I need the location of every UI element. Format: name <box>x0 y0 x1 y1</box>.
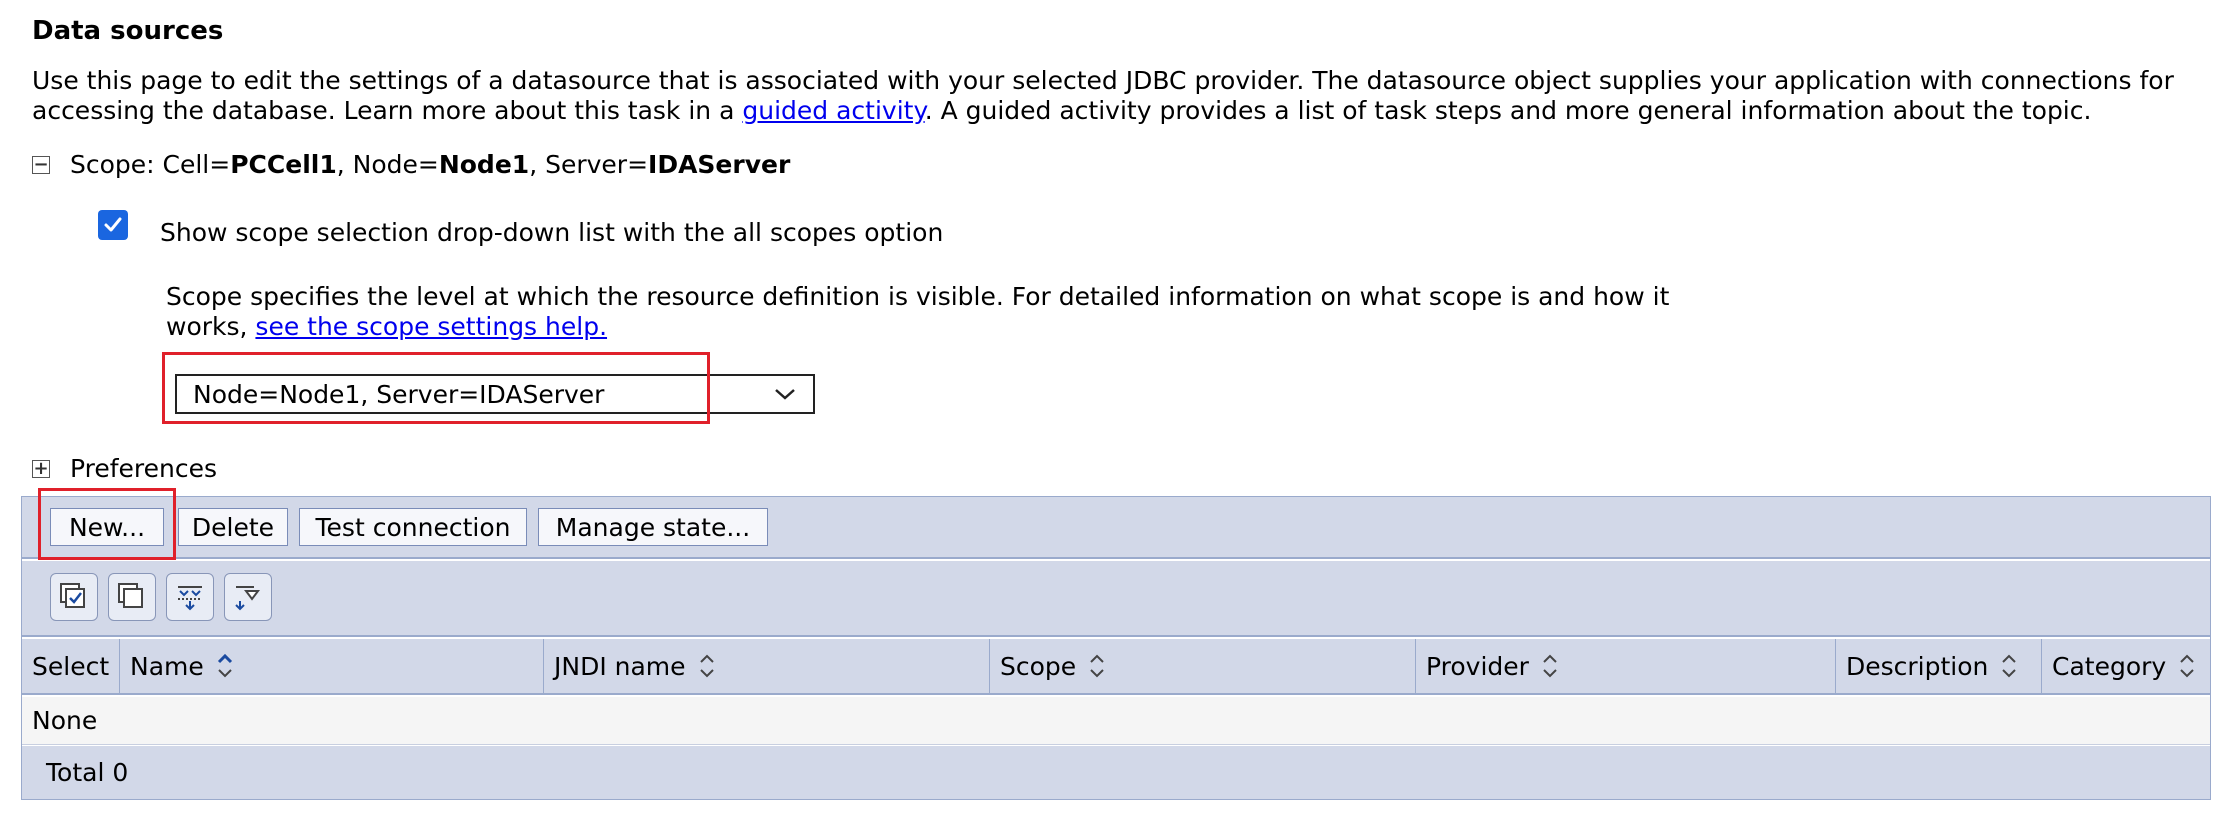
scope-node-label: , Node= <box>336 150 439 179</box>
column-provider[interactable]: Provider <box>1416 639 1836 693</box>
scope-help-text: Scope specifies the level at which the r… <box>166 282 1686 342</box>
column-scope[interactable]: Scope <box>990 639 1416 693</box>
page-description: Use this page to edit the settings of a … <box>32 66 2182 126</box>
sort-icon <box>698 652 716 680</box>
column-scope-label: Scope <box>1000 651 1077 681</box>
table-empty-row: None <box>22 697 2210 745</box>
chevron-down-icon <box>775 389 795 400</box>
column-name[interactable]: Name <box>120 639 544 693</box>
column-jndi-label: JNDI name <box>554 651 686 681</box>
scope-node: Node1 <box>438 150 530 179</box>
scope-text: Scope: Cell=PCCell1, Node=Node1, Server=… <box>70 150 790 179</box>
description-text-2: . A guided activity provides a list of t… <box>924 96 2092 125</box>
column-description[interactable]: Description <box>1836 639 2042 693</box>
scope-summary: − Scope: Cell=PCCell1, Node=Node1, Serve… <box>32 150 790 179</box>
data-sources-page: Data sources Use this page to edit the s… <box>0 0 2232 830</box>
show-all-scopes-checkbox[interactable] <box>98 210 128 240</box>
show-all-scopes-label: Show scope selection drop-down list with… <box>160 218 944 247</box>
checkmark-icon <box>104 217 122 232</box>
scope-prefix: Scope: Cell= <box>70 150 231 179</box>
column-description-label: Description <box>1846 651 1989 681</box>
table-header: Select Name JNDI name Scope Provider Des… <box>22 639 2210 695</box>
scope-settings-help-link[interactable]: see the scope settings help. <box>255 312 607 341</box>
table-total: Total 0 <box>22 746 2210 799</box>
clear-filter-icon[interactable] <box>224 573 272 621</box>
highlight-box-new <box>38 488 176 560</box>
column-jndi-name[interactable]: JNDI name <box>544 639 990 693</box>
button-bar: New... Delete Test connection Manage sta… <box>22 497 2210 559</box>
column-select: Select <box>22 639 120 693</box>
deselect-all-icon[interactable] <box>108 573 156 621</box>
page-title: Data sources <box>32 16 224 46</box>
preferences-toggle[interactable]: + Preferences <box>32 454 217 483</box>
sort-icon <box>2178 652 2196 680</box>
column-name-label: Name <box>130 651 204 681</box>
column-select-label: Select <box>32 651 110 681</box>
preferences-label: Preferences <box>70 454 218 483</box>
show-filter-icon[interactable] <box>166 573 214 621</box>
scope-server: IDAServer <box>648 150 791 179</box>
column-category[interactable]: Category <box>2042 639 2210 693</box>
sort-icon <box>2000 652 2018 680</box>
highlight-box-scope <box>162 352 710 424</box>
sort-icon <box>1541 652 1559 680</box>
scope-server-label: , Server= <box>529 150 649 179</box>
sort-icon <box>1088 652 1106 680</box>
manage-state-button[interactable]: Manage state... <box>538 508 768 546</box>
expand-icon: + <box>32 457 50 479</box>
select-all-icon[interactable] <box>50 573 98 621</box>
test-connection-button[interactable]: Test connection <box>299 508 527 546</box>
column-provider-label: Provider <box>1426 651 1529 681</box>
delete-button[interactable]: Delete <box>178 508 288 546</box>
guided-activity-link[interactable]: guided activity <box>742 96 924 125</box>
scope-cell: PCCell1 <box>230 150 337 179</box>
table-tools-bar <box>22 561 2210 637</box>
sort-ascending-icon <box>216 652 234 680</box>
collapse-icon[interactable]: − <box>32 155 50 174</box>
column-category-label: Category <box>2052 651 2167 681</box>
